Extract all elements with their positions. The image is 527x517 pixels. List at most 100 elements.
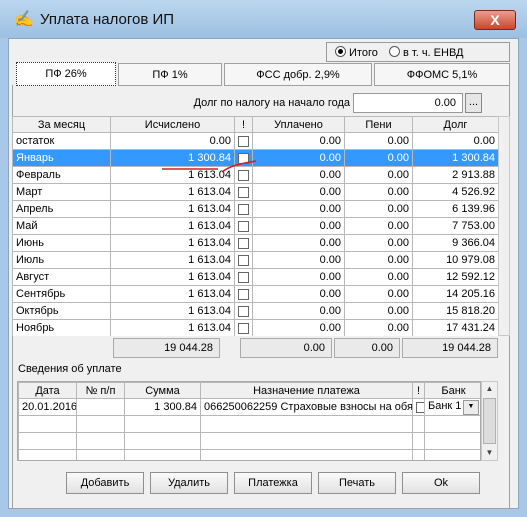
- cell-penalty[interactable]: 0.00: [344, 200, 413, 218]
- add-button[interactable]: Добавить: [66, 472, 144, 494]
- cell-calculated[interactable]: 1 613.04: [110, 251, 235, 269]
- cell-paid[interactable]: 0.00: [252, 200, 345, 218]
- table-row[interactable]: Октябрь 1 613.04 0.00 0.00 15 818.20: [12, 302, 498, 320]
- pay-col-purpose[interactable]: Назначение платежа: [200, 382, 413, 399]
- cell-debt[interactable]: 2 913.88: [412, 166, 498, 184]
- pay-cell-flag[interactable]: [412, 415, 425, 433]
- table-row[interactable]: Сентябрь 1 613.04 0.00 0.00 14 205.16: [12, 285, 498, 303]
- table-row[interactable]: Март 1 613.04 0.00 0.00 4 526.92: [12, 183, 498, 201]
- payment-order-button[interactable]: Платежка: [234, 472, 312, 494]
- pay-cell-bank[interactable]: Банк 1 ▼: [424, 398, 480, 416]
- cell-paid[interactable]: 0.00: [252, 183, 345, 201]
- pay-col-number[interactable]: № п/п: [76, 382, 125, 399]
- cell-paid[interactable]: 0.00: [252, 217, 345, 235]
- cell-flag[interactable]: [234, 132, 253, 150]
- tab-fss[interactable]: ФСС добр. 2,9%: [224, 63, 372, 86]
- cell-month[interactable]: Апрель: [12, 200, 111, 218]
- pay-cell-purpose[interactable]: [200, 415, 413, 433]
- scroll-down-icon[interactable]: ▼: [482, 446, 497, 460]
- cell-penalty[interactable]: 0.00: [344, 166, 413, 184]
- cell-paid[interactable]: 0.00: [252, 149, 345, 167]
- cell-debt[interactable]: 4 526.92: [412, 183, 498, 201]
- pay-cell-flag[interactable]: [412, 432, 425, 450]
- cell-penalty[interactable]: 0.00: [344, 217, 413, 235]
- pay-cell-purpose[interactable]: [200, 432, 413, 450]
- payment-row[interactable]: [18, 415, 480, 433]
- cell-calculated[interactable]: 1 613.04: [110, 234, 235, 252]
- cell-penalty[interactable]: 0.00: [344, 268, 413, 286]
- tab-ffoms[interactable]: ФФОМС 5,1%: [374, 63, 510, 86]
- cell-month[interactable]: остаток: [12, 132, 111, 150]
- pay-cell-date[interactable]: [18, 415, 77, 433]
- pay-cell-number[interactable]: [76, 432, 125, 450]
- table-row[interactable]: Апрель 1 613.04 0.00 0.00 6 139.96: [12, 200, 498, 218]
- cell-month[interactable]: Сентябрь: [12, 285, 111, 303]
- cell-debt[interactable]: 0.00: [412, 132, 498, 150]
- cell-debt[interactable]: 10 979.08: [412, 251, 498, 269]
- ok-button[interactable]: Ok: [402, 472, 480, 494]
- pay-cell-number[interactable]: [76, 398, 125, 416]
- checkbox-icon[interactable]: [416, 401, 424, 413]
- cell-calculated[interactable]: 1 613.04: [110, 268, 235, 286]
- cell-paid[interactable]: 0.00: [252, 268, 345, 286]
- cell-debt[interactable]: 15 818.20: [412, 302, 498, 320]
- checkbox-icon[interactable]: [238, 203, 249, 215]
- cell-penalty[interactable]: 0.00: [344, 285, 413, 303]
- payments-scrollbar[interactable]: ▲ ▼: [481, 381, 498, 461]
- tab-pf1[interactable]: ПФ 1%: [118, 63, 222, 86]
- monthly-grid-scrollbar[interactable]: [498, 116, 510, 336]
- cell-calculated[interactable]: 1 613.04: [110, 285, 235, 303]
- pay-cell-date[interactable]: [18, 432, 77, 450]
- cell-calculated[interactable]: 0.00: [110, 132, 235, 150]
- cell-month[interactable]: Ноябрь: [12, 319, 111, 336]
- cell-flag[interactable]: [234, 285, 253, 303]
- cell-flag[interactable]: [234, 319, 253, 336]
- cell-month[interactable]: Июнь: [12, 234, 111, 252]
- cell-flag[interactable]: [234, 234, 253, 252]
- col-header-paid[interactable]: Уплачено: [252, 116, 345, 133]
- radio-total[interactable]: Итого: [335, 46, 378, 60]
- checkbox-icon[interactable]: [238, 322, 249, 334]
- payment-row[interactable]: [18, 432, 480, 450]
- debt-browse-button[interactable]: ...: [465, 93, 482, 113]
- pay-cell-amount[interactable]: 1 300.84: [124, 398, 201, 416]
- close-button[interactable]: X: [474, 10, 516, 30]
- cell-month[interactable]: Июль: [12, 251, 111, 269]
- delete-button[interactable]: Удалить: [150, 472, 228, 494]
- pay-cell-flag[interactable]: [412, 398, 425, 416]
- pay-cell-bank[interactable]: [424, 415, 480, 433]
- cell-month[interactable]: Март: [12, 183, 111, 201]
- pay-cell-bank[interactable]: [424, 432, 480, 450]
- pay-cell-date[interactable]: [18, 449, 77, 460]
- pay-cell-purpose[interactable]: 066250062259 Страховые взносы на обя: [200, 398, 413, 416]
- cell-penalty[interactable]: 0.00: [344, 302, 413, 320]
- tab-pf26[interactable]: ПФ 26%: [16, 62, 116, 86]
- table-row[interactable]: остаток 0.00 0.00 0.00 0.00: [12, 132, 498, 150]
- cell-penalty[interactable]: 0.00: [344, 132, 413, 150]
- pay-col-date[interactable]: Дата: [18, 382, 77, 399]
- payment-row[interactable]: 20.01.2016 1 300.84 066250062259 Страховые…: [18, 398, 480, 416]
- cell-debt[interactable]: 12 592.12: [412, 268, 498, 286]
- cell-paid[interactable]: 0.00: [252, 166, 345, 184]
- pay-cell-amount[interactable]: [124, 449, 201, 460]
- table-row[interactable]: Август 1 613.04 0.00 0.00 12 592.12: [12, 268, 498, 286]
- pay-cell-purpose[interactable]: [200, 449, 413, 460]
- cell-penalty[interactable]: 0.00: [344, 234, 413, 252]
- pay-col-bank[interactable]: Банк: [424, 382, 480, 399]
- col-header-calculated[interactable]: Исчислено: [110, 116, 235, 133]
- checkbox-icon[interactable]: [238, 186, 249, 198]
- table-row[interactable]: Ноябрь 1 613.04 0.00 0.00 17 431.24: [12, 319, 498, 336]
- cell-month[interactable]: Август: [12, 268, 111, 286]
- pay-cell-bank[interactable]: [424, 449, 480, 460]
- pay-cell-amount[interactable]: [124, 415, 201, 433]
- pay-cell-flag[interactable]: [412, 449, 425, 460]
- cell-paid[interactable]: 0.00: [252, 251, 345, 269]
- checkbox-icon[interactable]: [238, 237, 249, 249]
- checkbox-icon[interactable]: [238, 220, 249, 232]
- chevron-down-icon[interactable]: ▼: [463, 399, 479, 415]
- cell-month[interactable]: Май: [12, 217, 111, 235]
- table-row[interactable]: Июнь 1 613.04 0.00 0.00 9 366.04: [12, 234, 498, 252]
- cell-paid[interactable]: 0.00: [252, 234, 345, 252]
- cell-debt[interactable]: 1 300.84: [412, 149, 498, 167]
- cell-calculated[interactable]: 1 613.04: [110, 183, 235, 201]
